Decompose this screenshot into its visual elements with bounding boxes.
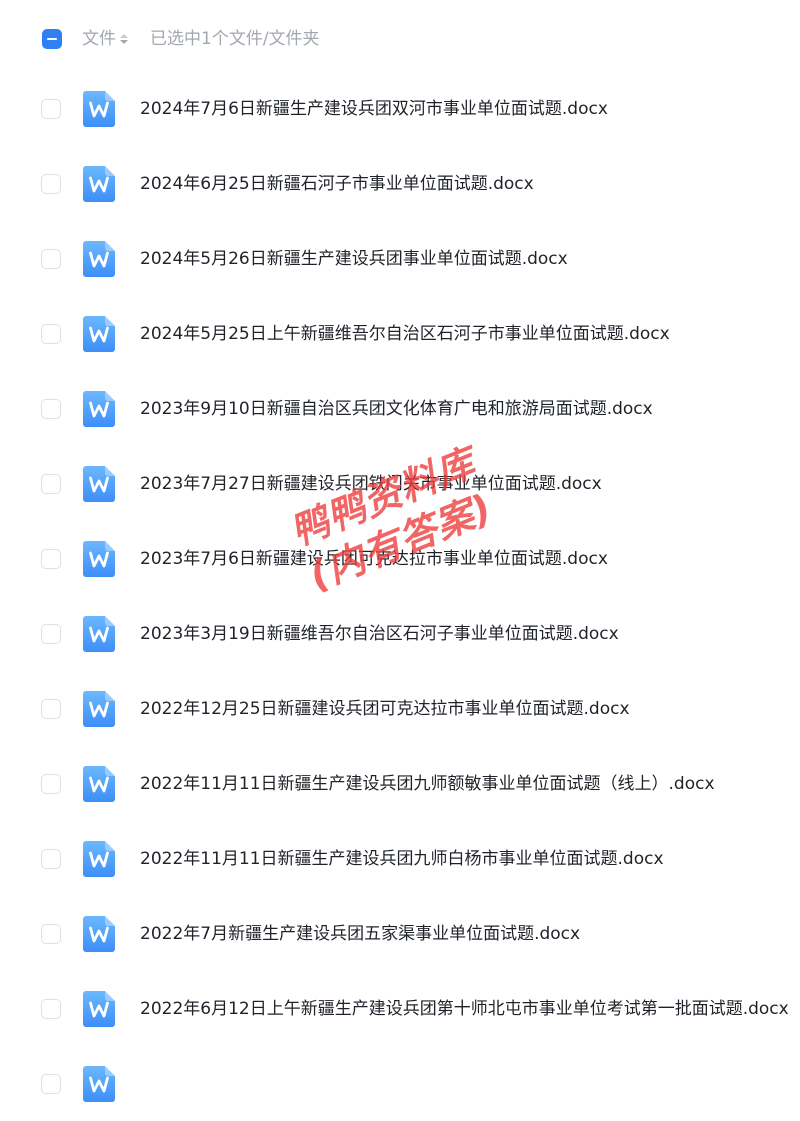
file-row[interactable]: 2023年3月19日新疆维吾尔自治区石河子事业单位面试题.docx — [0, 596, 800, 671]
word-document-icon — [83, 766, 115, 802]
file-row[interactable]: 2024年5月26日新疆生产建设兵团事业单位面试题.docx — [0, 221, 800, 296]
file-name[interactable]: 2023年3月19日新疆维吾尔自治区石河子事业单位面试题.docx — [140, 623, 619, 645]
word-document-icon — [83, 841, 115, 877]
list-header: 文件 已选中1个文件/文件夹 — [0, 0, 800, 80]
file-name[interactable]: 2022年12月25日新疆建设兵团可克达拉市事业单位面试题.docx — [140, 698, 630, 720]
file-name[interactable]: 2022年11月11日新疆生产建设兵团九师白杨市事业单位面试题.docx — [140, 848, 664, 870]
file-name[interactable]: 2023年7月6日新疆建设兵团可克达拉市事业单位面试题.docx — [140, 548, 608, 570]
file-name[interactable]: 2024年7月6日新疆生产建设兵团双河市事业单位面试题.docx — [140, 98, 608, 120]
word-document-icon — [83, 166, 115, 202]
select-all-checkbox[interactable] — [42, 29, 62, 49]
word-document-icon — [83, 691, 115, 727]
word-document-icon — [83, 916, 115, 952]
word-document-icon — [83, 241, 115, 277]
file-checkbox[interactable] — [41, 999, 61, 1019]
name-column-label: 文件 — [82, 29, 116, 49]
word-document-icon — [83, 541, 115, 577]
selection-count-text: 已选中1个文件/文件夹 — [150, 29, 320, 49]
file-row[interactable]: 2022年11月11日新疆生产建设兵团九师额敏事业单位面试题（线上）.docx — [0, 746, 800, 821]
word-document-icon — [83, 616, 115, 652]
file-row[interactable]: 2022年11月11日新疆生产建设兵团九师白杨市事业单位面试题.docx — [0, 821, 800, 896]
file-checkbox[interactable] — [41, 774, 61, 794]
file-name[interactable]: 2022年11月11日新疆生产建设兵团九师额敏事业单位面试题（线上）.docx — [140, 773, 715, 795]
file-list: 2024年7月6日新疆生产建设兵团双河市事业单位面试题.docx 2024年6月2… — [0, 71, 800, 1121]
file-row[interactable]: 2022年12月25日新疆建设兵团可克达拉市事业单位面试题.docx — [0, 671, 800, 746]
file-checkbox[interactable] — [41, 474, 61, 494]
file-row[interactable]: 2022年6月12日上午新疆生产建设兵团第十师北屯市事业单位考试第一批面试题.d… — [0, 971, 800, 1046]
file-checkbox[interactable] — [41, 849, 61, 869]
file-name[interactable]: 2024年5月25日上午新疆维吾尔自治区石河子市事业单位面试题.docx — [140, 323, 670, 345]
file-row[interactable]: 2024年5月25日上午新疆维吾尔自治区石河子市事业单位面试题.docx — [0, 296, 800, 371]
file-checkbox[interactable] — [41, 249, 61, 269]
file-row[interactable]: 2024年6月25日新疆石河子市事业单位面试题.docx — [0, 146, 800, 221]
word-document-icon — [83, 1066, 115, 1102]
file-checkbox[interactable] — [41, 174, 61, 194]
word-document-icon — [83, 316, 115, 352]
file-name[interactable]: 2022年7月新疆生产建设兵团五家渠事业单位面试题.docx — [140, 923, 580, 945]
sort-icon[interactable] — [120, 34, 128, 44]
file-name[interactable]: 2022年6月12日上午新疆生产建设兵团第十师北屯市事业单位考试第一批面试题.d… — [140, 998, 789, 1020]
file-checkbox[interactable] — [41, 624, 61, 644]
file-name[interactable]: 2024年6月25日新疆石河子市事业单位面试题.docx — [140, 173, 534, 195]
file-name[interactable]: 2023年9月10日新疆自治区兵团文化体育广电和旅游局面试题.docx — [140, 398, 653, 420]
file-row[interactable]: 2024年7月6日新疆生产建设兵团双河市事业单位面试题.docx — [0, 71, 800, 146]
minus-icon — [47, 38, 57, 40]
file-checkbox[interactable] — [41, 699, 61, 719]
file-name[interactable]: 2023年7月27日新疆建设兵团铁门关市事业单位面试题.docx — [140, 473, 602, 495]
file-checkbox[interactable] — [41, 399, 61, 419]
file-checkbox[interactable] — [41, 99, 61, 119]
file-checkbox[interactable] — [41, 549, 61, 569]
word-document-icon — [83, 391, 115, 427]
file-row[interactable] — [0, 1046, 800, 1121]
file-checkbox[interactable] — [41, 924, 61, 944]
file-checkbox[interactable] — [41, 324, 61, 344]
file-name[interactable]: 2024年5月26日新疆生产建设兵团事业单位面试题.docx — [140, 248, 568, 270]
file-row[interactable]: 2023年9月10日新疆自治区兵团文化体育广电和旅游局面试题.docx — [0, 371, 800, 446]
word-document-icon — [83, 991, 115, 1027]
name-column-header[interactable]: 文件 — [82, 28, 128, 50]
word-document-icon — [83, 466, 115, 502]
file-row[interactable]: 2023年7月6日新疆建设兵团可克达拉市事业单位面试题.docx — [0, 521, 800, 596]
file-row[interactable]: 2023年7月27日新疆建设兵团铁门关市事业单位面试题.docx — [0, 446, 800, 521]
word-document-icon — [83, 91, 115, 127]
file-row[interactable]: 2022年7月新疆生产建设兵团五家渠事业单位面试题.docx — [0, 896, 800, 971]
file-checkbox[interactable] — [41, 1074, 61, 1094]
